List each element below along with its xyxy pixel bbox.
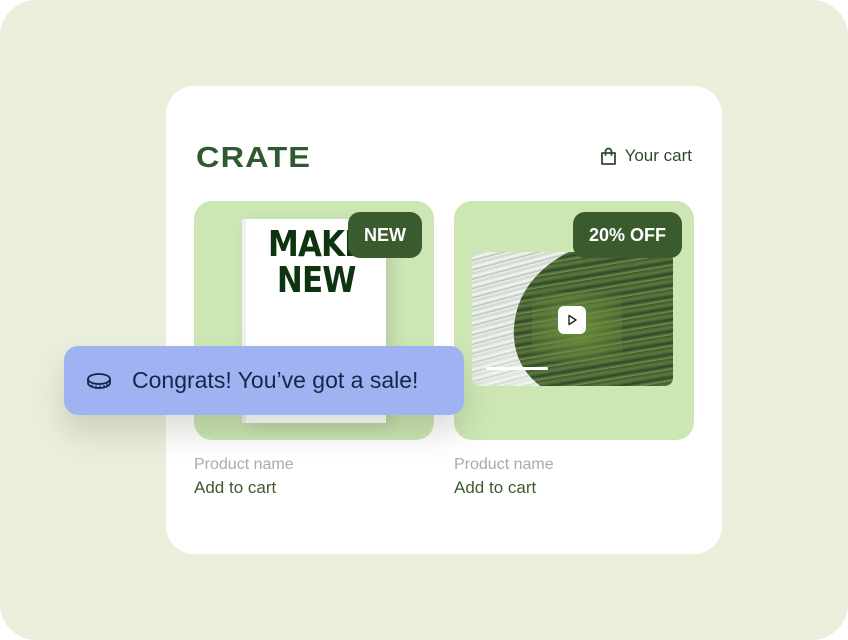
product-name: Product name — [194, 456, 294, 473]
shopping-bag-icon — [600, 147, 616, 165]
coin-icon — [87, 372, 111, 389]
play-button[interactable] — [558, 306, 586, 334]
video-progress-bar[interactable] — [486, 367, 548, 370]
canvas-background: CRATE Your cart MAKE NEW NEW Product nam… — [0, 0, 848, 640]
store-card: CRATE Your cart MAKE NEW NEW Product nam… — [166, 86, 722, 554]
brand-logo[interactable]: CRATE — [196, 142, 311, 175]
product-card: 20% OFF Product name Add to cart — [454, 201, 694, 498]
toast-message: Congrats! You’ve got a sale! — [132, 367, 419, 393]
sale-notification-toast[interactable]: Congrats! You’ve got a sale! — [64, 346, 464, 415]
add-to-cart-button[interactable]: Add to cart — [194, 478, 434, 498]
book-cover-title-line2: NEW — [276, 260, 356, 301]
add-to-cart-button[interactable]: Add to cart — [454, 478, 694, 498]
cart-label: Your cart — [624, 146, 692, 165]
discount-badge: 20% OFF — [572, 212, 682, 258]
product-image-tile[interactable]: 20% OFF — [454, 201, 694, 440]
video-thumbnail[interactable] — [472, 252, 673, 386]
cart-link[interactable]: Your cart — [600, 146, 692, 166]
product-name: Product name — [454, 456, 554, 473]
play-icon — [568, 314, 577, 326]
new-badge: NEW — [348, 212, 422, 258]
